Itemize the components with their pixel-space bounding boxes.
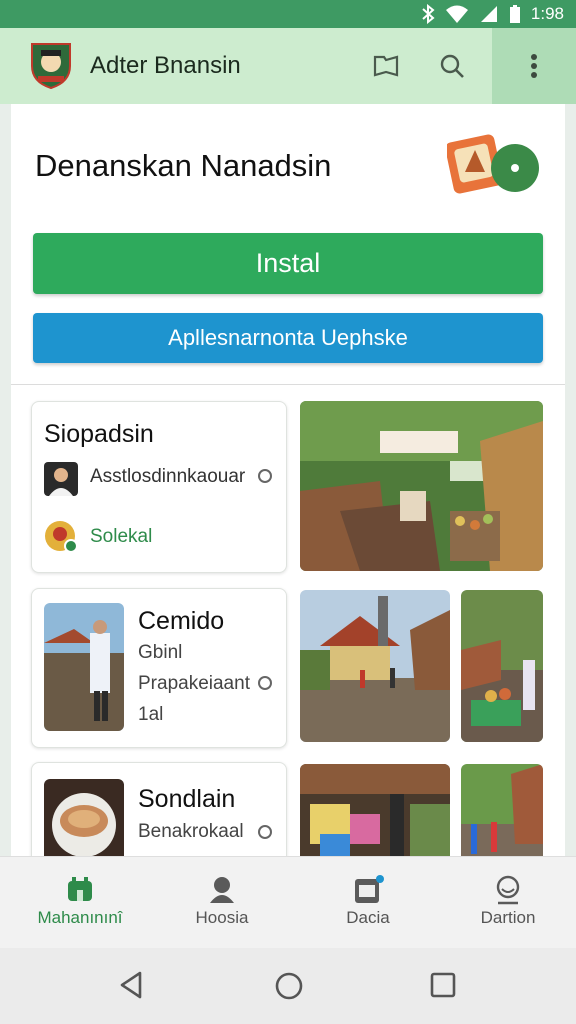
home-button-icon[interactable] [274,971,304,1001]
secondary-action-button[interactable]: Apllesnarnonta Uephske [33,313,543,363]
back-icon[interactable] [118,970,146,1000]
card-title: Siopadsin [44,420,154,448]
account-icon [496,875,520,905]
card-title: Cemido [138,607,225,635]
street-photo[interactable] [461,764,543,864]
list-card-2[interactable]: Cemido Gbinl Prapakeiaant 1al [31,588,287,748]
main-content: Denanskan Nanadsin Instal Apllesnarnonta… [11,104,565,864]
card-line-1: Benakrokaal [138,821,244,842]
app-logo-icon[interactable] [28,40,74,90]
card-tag[interactable]: Solekal [90,526,152,548]
status-bar: 1:98 [0,0,576,28]
system-navigation [0,948,576,1024]
bookmark-icon[interactable] [370,50,402,82]
market-photo-1[interactable] [300,401,543,571]
nav-item-person[interactable]: Hoosia [150,857,294,949]
card-line-1: Gbinl [138,642,183,663]
list-card-3[interactable]: Sondlain Benakrokaal [31,762,287,864]
section-divider [11,384,565,385]
refresh-icon[interactable] [258,676,272,690]
card-line-2: Prapakeiaant [138,673,250,694]
recents-icon[interactable] [430,972,456,998]
card-thumbnail [44,603,124,731]
refresh-icon[interactable] [258,469,272,483]
signal-icon [480,6,497,22]
stall-photo[interactable] [461,590,543,742]
nav-item-account[interactable]: Dartion [436,857,576,949]
install-button[interactable]: Instal [33,233,543,294]
card-thumbnail [44,779,124,864]
battery-icon [509,5,520,23]
market-photo-2[interactable] [300,764,450,864]
card-line-3: 1al [138,704,164,725]
tag-avatar [45,521,78,553]
nav-label: Dartion [480,908,536,927]
card-author: Asstlosdinnkaouar [90,466,246,487]
nav-item-calendar[interactable]: Dacia [296,857,440,949]
search-icon[interactable] [436,50,468,82]
app-art-icon [447,134,539,194]
home-icon [68,877,92,901]
status-time: 1:98 [530,4,564,23]
nav-label: Hoosia [195,908,249,927]
page-title: Denanskan Nanadsin [35,148,332,183]
bottom-navigation: Mahanınınî Hoosia Dacia Dartion [0,856,576,948]
more-vert-icon[interactable] [518,50,550,82]
calendar-icon [355,875,384,903]
person-icon [210,877,234,903]
wifi-icon [445,5,468,23]
card-title: Sondlain [138,785,236,813]
app-bar: Adter Bnansin [0,28,576,104]
list-card-1[interactable]: Siopadsin Asstlosdinnkaouar Solekal [31,401,287,573]
app-title: Adter Bnansin [90,52,241,79]
nav-label: Mahanınınî [37,908,123,927]
nav-label: Dacia [346,908,390,927]
temple-photo[interactable] [300,590,450,742]
author-avatar [44,462,78,496]
refresh-icon[interactable] [258,825,272,839]
nav-item-home[interactable]: Mahanınınî [8,857,152,949]
bluetooth-icon [422,4,435,24]
